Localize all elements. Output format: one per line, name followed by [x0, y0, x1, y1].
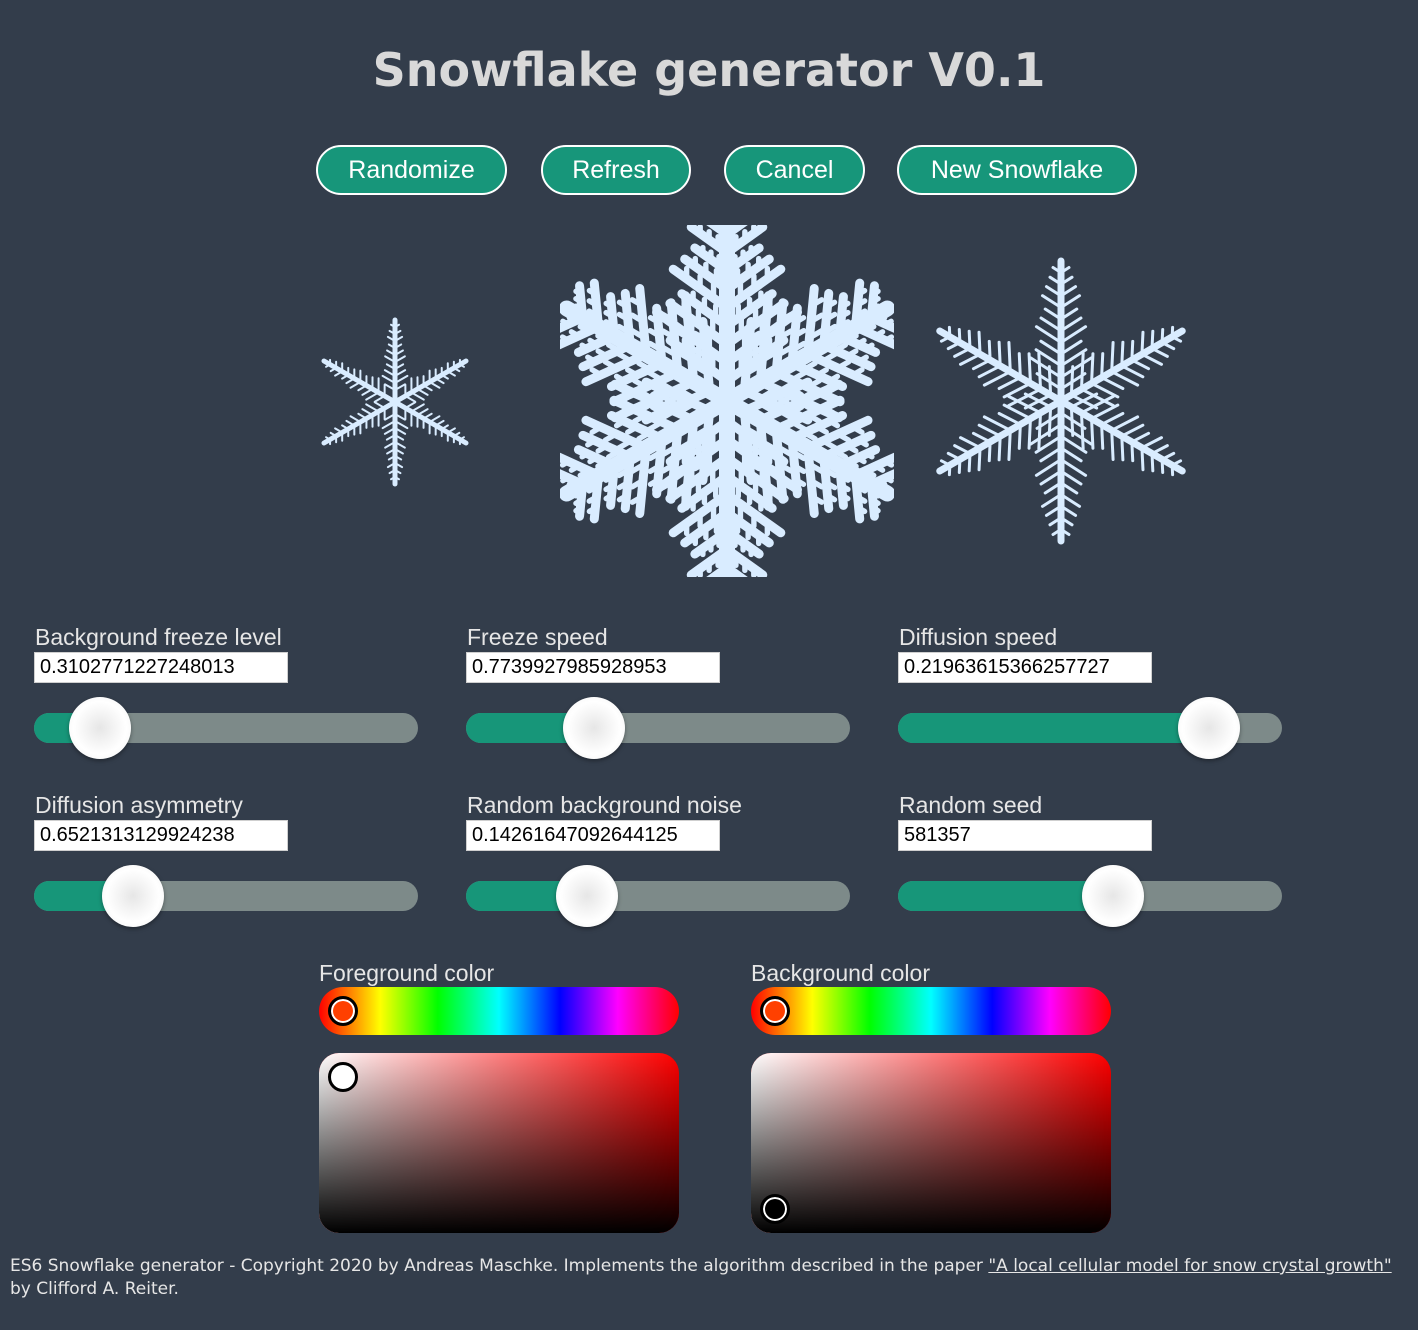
foreground-hue-slider[interactable]: [319, 987, 679, 1035]
slider-thumb[interactable]: [69, 697, 132, 759]
param-label-background-freeze-level: Background freeze level: [35, 624, 282, 650]
cancel-button[interactable]: Cancel: [724, 145, 865, 195]
slider-fill: [898, 713, 1210, 743]
freeze-speed-slider[interactable]: [466, 697, 850, 759]
slider-thumb[interactable]: [1081, 865, 1144, 927]
slider-thumb[interactable]: [556, 865, 619, 927]
snowflake-large[interactable]: [560, 225, 894, 577]
slider-fill: [898, 881, 1113, 911]
diffusion-asymmetry-slider[interactable]: [34, 865, 418, 927]
foreground-color-handle[interactable]: [328, 1062, 358, 1092]
background-color-handle[interactable]: [760, 1194, 790, 1224]
snowflake-small[interactable]: [315, 310, 475, 495]
param-label-diffusion-speed: Diffusion speed: [899, 624, 1058, 650]
foreground-saturation-value-picker[interactable]: [319, 1053, 679, 1233]
page-title: Snowflake generator V0.1: [372, 43, 1046, 97]
random-background-noise-input[interactable]: [466, 820, 720, 851]
freeze-speed-input[interactable]: [466, 652, 720, 683]
background-freeze-level-slider[interactable]: [34, 697, 418, 759]
background-hue-handle[interactable]: [760, 996, 790, 1026]
randomize-button[interactable]: Randomize: [316, 145, 507, 195]
foreground-color-label: Foreground color: [319, 960, 495, 986]
background-saturation-value-picker[interactable]: [751, 1053, 1111, 1233]
footer-text-end: by Clifford A. Reiter.: [10, 1279, 179, 1299]
param-label-random-seed: Random seed: [899, 792, 1043, 818]
diffusion-speed-input[interactable]: [898, 652, 1152, 683]
random-background-noise-slider[interactable]: [466, 865, 850, 927]
random-seed-slider[interactable]: [898, 865, 1282, 927]
random-seed-input[interactable]: [898, 820, 1152, 851]
diffusion-asymmetry-input[interactable]: [34, 820, 288, 851]
slider-track[interactable]: [34, 881, 418, 911]
background-hue-slider[interactable]: [751, 987, 1111, 1035]
refresh-button[interactable]: Refresh: [541, 145, 691, 195]
new-snowflake-button[interactable]: New Snowflake: [897, 145, 1137, 195]
foreground-hue-handle[interactable]: [328, 996, 358, 1026]
slider-thumb[interactable]: [101, 865, 164, 927]
slider-thumb[interactable]: [1178, 697, 1241, 759]
slider-thumb[interactable]: [562, 697, 625, 759]
background-freeze-level-input[interactable]: [34, 652, 288, 683]
slider-track[interactable]: [466, 881, 850, 911]
paper-link[interactable]: "A local cellular model for snow crystal…: [988, 1256, 1391, 1276]
background-color-label: Background color: [751, 960, 930, 986]
param-label-random-background-noise: Random background noise: [467, 792, 742, 818]
param-label-freeze-speed: Freeze speed: [467, 624, 608, 650]
param-label-diffusion-asymmetry: Diffusion asymmetry: [35, 792, 243, 818]
slider-track[interactable]: [466, 713, 850, 743]
snowflake-medium[interactable]: [928, 255, 1194, 547]
footer: ES6 Snowflake generator - Copyright 2020…: [10, 1255, 1414, 1301]
diffusion-speed-slider[interactable]: [898, 697, 1282, 759]
footer-text: ES6 Snowflake generator - Copyright 2020…: [10, 1256, 989, 1276]
